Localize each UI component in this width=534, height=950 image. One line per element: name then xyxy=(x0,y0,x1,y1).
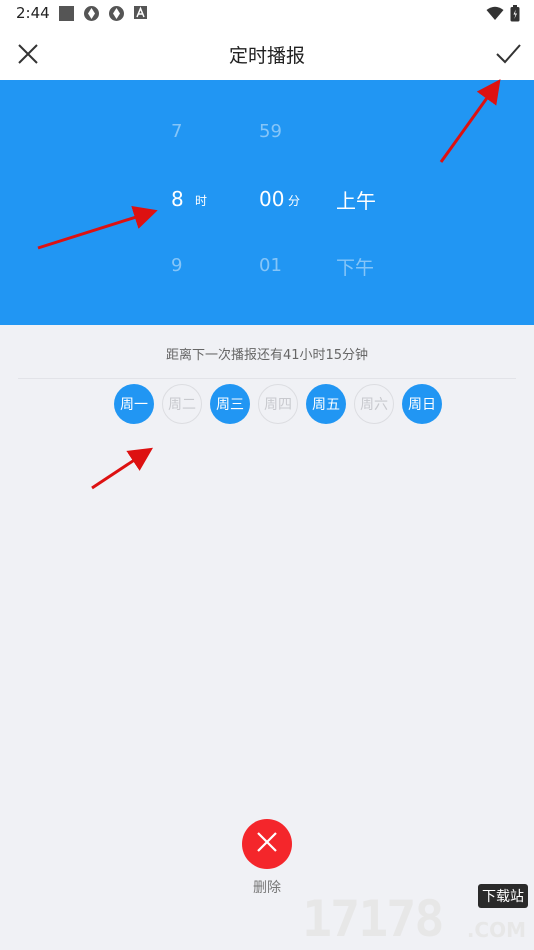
hour-prev[interactable]: 7 xyxy=(171,121,182,142)
wifi-icon xyxy=(486,6,504,25)
hour-current[interactable]: 8 xyxy=(171,187,184,211)
hour-unit: 时 xyxy=(195,194,208,208)
day-thursday[interactable]: 周四 xyxy=(258,384,298,424)
battery-icon xyxy=(510,5,520,26)
ampm-next[interactable]: 下午 xyxy=(336,253,374,280)
page-title: 定时播报 xyxy=(228,45,305,67)
minute-next[interactable]: 01 xyxy=(259,255,282,276)
countdown-text: 距离下一次播报还有41小时15分钟 xyxy=(165,348,369,363)
status-time: 2:44 xyxy=(16,4,50,22)
day-monday[interactable]: 周一 xyxy=(114,384,154,424)
delete-button[interactable] xyxy=(242,819,292,869)
day-sunday[interactable]: 周日 xyxy=(402,384,442,424)
day-friday[interactable]: 周五 xyxy=(306,384,346,424)
minute-prev[interactable]: 59 xyxy=(259,121,282,142)
shutter-icon xyxy=(83,5,100,26)
ampm-current[interactable]: 上午 xyxy=(336,185,376,214)
check-icon[interactable] xyxy=(494,40,522,68)
weekday-selector: 周一 周二 周三 周四 周五 周六 周日 xyxy=(114,384,442,424)
arrow-to-weekdays xyxy=(91,447,154,490)
notification-square-icon xyxy=(58,5,75,26)
app-a-icon xyxy=(133,5,148,26)
day-wednesday[interactable]: 周三 xyxy=(210,384,250,424)
hour-next[interactable]: 9 xyxy=(171,255,182,276)
divider xyxy=(18,378,516,379)
close-icon xyxy=(255,830,279,858)
day-saturday[interactable]: 周六 xyxy=(354,384,394,424)
watermark-tag: 下载站 xyxy=(478,884,528,908)
watermark-logo: 17178 下载站 .COM xyxy=(302,884,530,948)
minute-unit: 分 xyxy=(288,194,301,208)
day-tuesday[interactable]: 周二 xyxy=(162,384,202,424)
status-bar: 2:44 xyxy=(0,0,534,28)
app-header: 定时播报 xyxy=(0,28,534,80)
shutter-icon xyxy=(108,5,125,26)
time-picker[interactable]: 7 8 时 9 59 00 分 01 上午 下午 xyxy=(0,80,534,325)
watermark-digits: 17178 xyxy=(302,890,445,948)
watermark-suffix: .COM xyxy=(466,918,526,942)
minute-current[interactable]: 00 xyxy=(259,187,284,211)
